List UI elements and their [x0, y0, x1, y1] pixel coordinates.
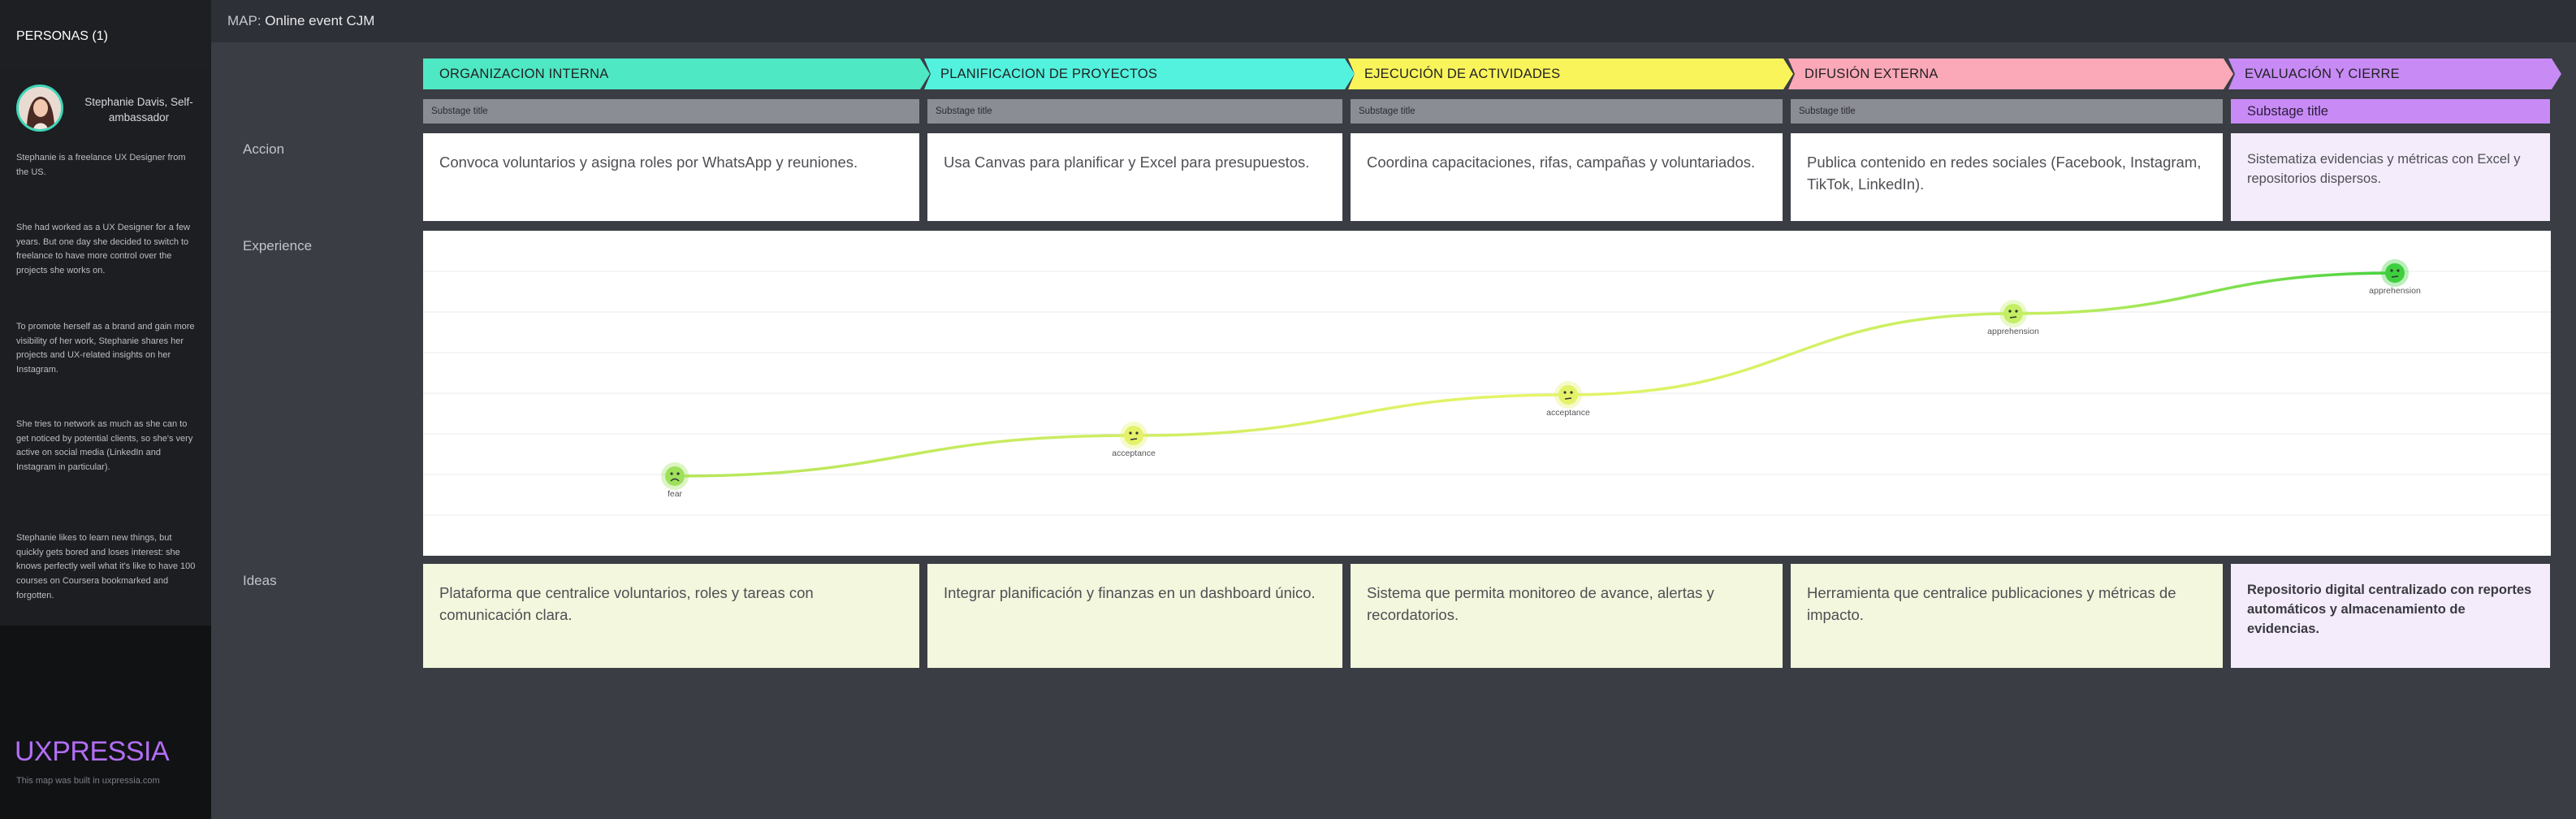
persona-bio-paragraph: Stephanie is a freelance UX Designer fro…	[16, 153, 186, 177]
personas-sidebar: PERSONAS (1) Stephanie Davis, Self-ambas…	[0, 0, 211, 819]
map-title-prefix: MAP:	[227, 13, 261, 28]
stage-label: EJECUCIÓN DE ACTIVIDADES	[1364, 67, 1561, 81]
stage-difusion[interactable]: DIFUSIÓN EXTERNA	[1788, 58, 2233, 89]
row-label-ideas: Ideas	[243, 573, 277, 588]
accion-card[interactable]: Convoca voluntarios y asigna roles por W…	[423, 133, 919, 221]
emotion-face-icon	[1124, 426, 1143, 445]
idea-card[interactable]: Repositorio digital centralizado con rep…	[2231, 564, 2550, 668]
personas-title: PERSONAS (1)	[16, 29, 108, 43]
stage-label: ORGANIZACION INTERNA	[439, 67, 609, 81]
emotion-face-icon	[2385, 263, 2405, 283]
idea-card[interactable]: Integrar planificación y finanzas en un …	[927, 564, 1342, 668]
avatar-portrait-icon	[19, 87, 61, 129]
substage-title[interactable]: Substage title	[2231, 99, 2550, 124]
emotion-face-icon	[665, 466, 685, 486]
stage-label: DIFUSIÓN EXTERNA	[1804, 67, 1938, 81]
persona-card[interactable]: Stephanie Davis, Self-ambassador Stephan…	[0, 68, 211, 626]
substage-title[interactable]: Substage title	[1351, 99, 1783, 124]
substage-title[interactable]: Substage title	[927, 99, 1342, 124]
emotion-point-fear[interactable]	[661, 462, 689, 490]
avatar[interactable]	[16, 84, 63, 132]
accion-card[interactable]: Sistematiza evidencias y métricas con Ex…	[2231, 133, 2550, 221]
map-title: MAP: Online event CJM	[227, 13, 374, 29]
accion-card[interactable]: Coordina capacitaciones, rifas, campañas…	[1351, 133, 1783, 221]
stage-planificacion[interactable]: PLANIFICACION DE PROYECTOS	[924, 58, 1355, 89]
footer-note: This map was built in uxpressia.com	[16, 776, 160, 786]
row-label-experience: Experience	[243, 238, 313, 254]
stage-label: PLANIFICACION DE PROYECTOS	[940, 67, 1158, 81]
stage-organizacion-interna[interactable]: ORGANIZACION INTERNA	[423, 58, 930, 89]
persona-bio-paragraph: She tries to network as much as she can …	[16, 419, 193, 473]
emotion-label: acceptance	[1112, 448, 1156, 458]
substage-title[interactable]: Substage title	[1791, 99, 2223, 124]
substage-title[interactable]: Substage title	[423, 99, 919, 124]
idea-card[interactable]: Herramienta que centralice publicaciones…	[1791, 564, 2223, 668]
emotion-label: apprehension	[1987, 327, 2039, 336]
accion-card[interactable]: Usa Canvas para planificar y Excel para …	[927, 133, 1342, 221]
emotion-label: apprehension	[2369, 286, 2421, 296]
stage-evaluacion[interactable]: EVALUACIÓN Y CIERRE	[2228, 58, 2561, 89]
emotion-point-acceptance[interactable]	[1120, 422, 1148, 449]
map-topbar: MAP: Online event CJM	[211, 0, 2576, 42]
row-label-accion: Accion	[243, 141, 285, 157]
emotion-point-apprehension[interactable]	[2381, 259, 2409, 287]
map-title-name[interactable]: Online event CJM	[265, 13, 374, 28]
emotion-point-acceptance[interactable]	[1554, 381, 1582, 409]
emotion-face-icon	[2003, 304, 2023, 323]
uxpressia-logo[interactable]: UXPRESSIA	[15, 736, 170, 768]
emotion-label: acceptance	[1546, 408, 1590, 418]
experience-chart[interactable]: fear acceptance acceptance apprehension appr…	[423, 231, 2551, 556]
persona-bio-paragraph: To promote herself as a brand and gain m…	[16, 322, 195, 375]
emotion-face-icon	[1558, 385, 1578, 405]
personas-header[interactable]: PERSONAS (1)	[0, 0, 211, 69]
accion-card[interactable]: Publica contenido en redes sociales (Fac…	[1791, 133, 2223, 221]
emotion-label: fear	[668, 489, 683, 499]
idea-card[interactable]: Plataforma que centralice voluntarios, r…	[423, 564, 919, 668]
emotion-point-apprehension[interactable]	[1999, 300, 2027, 327]
idea-card[interactable]: Sistema que permita monitoreo de avance,…	[1351, 564, 1783, 668]
stage-label: EVALUACIÓN Y CIERRE	[2245, 67, 2400, 81]
persona-bio-paragraph: She had worked as a UX Designer for a fe…	[16, 223, 191, 276]
persona-bio-paragraph: Stephanie likes to learn new things, but…	[16, 533, 196, 600]
persona-name: Stephanie Davis, Self-ambassador	[84, 96, 193, 124]
experience-line	[674, 271, 2396, 478]
experience-graph: fear acceptance acceptance apprehension appr…	[423, 259, 2551, 516]
stage-ejecucion[interactable]: EJECUCIÓN DE ACTIVIDADES	[1348, 58, 1793, 89]
